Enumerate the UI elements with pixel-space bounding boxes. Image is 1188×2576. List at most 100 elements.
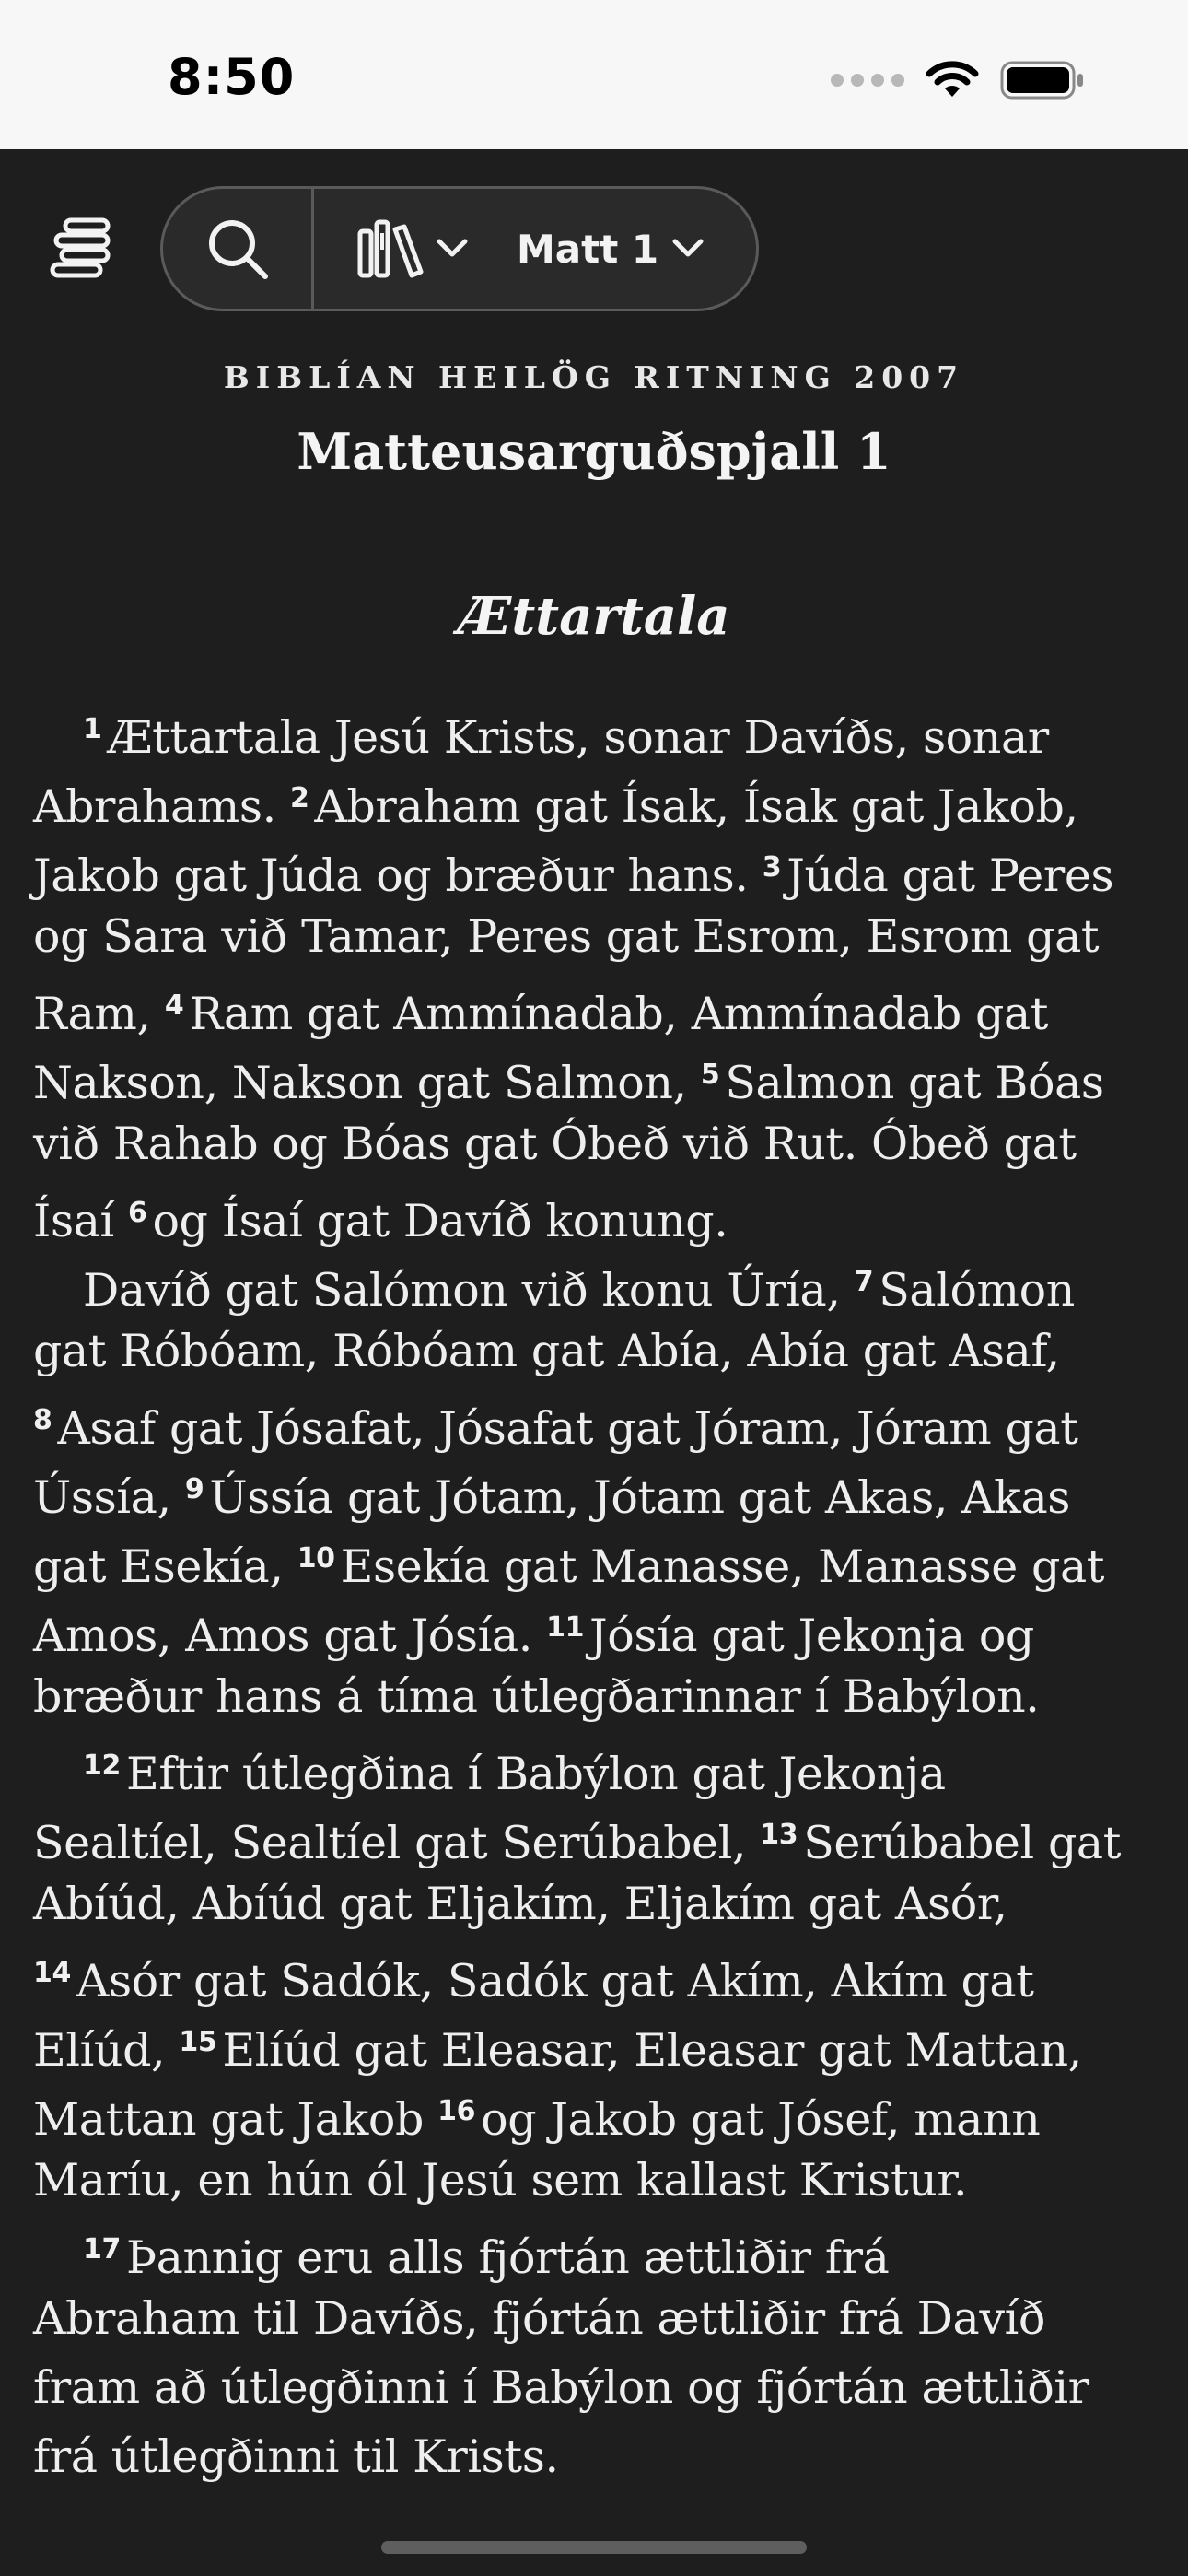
- text-line: og Sara við Tamar, Peres gat Esrom, Esro…: [33, 902, 1159, 971]
- text-line: Ússía, 9 Ússía gat Jótam, Jótam gat Akas,…: [33, 1455, 1159, 1524]
- verse-text: Sealtíel, Sealtíel gat Serúbabel,: [33, 1817, 761, 1869]
- verse-text: Salmon gat Bóas: [725, 1057, 1104, 1109]
- verse-number: 8: [33, 1404, 52, 1436]
- text-line: frá útlegðinni til Krists.: [33, 2422, 1159, 2491]
- text-line: Elíúd, 15 Elíúd gat Eleasar, Eleasar gat …: [33, 2008, 1159, 2077]
- text-line: 1 Ættartala Jesú Krists, sonar Davíðs, so…: [33, 695, 1159, 764]
- verse-text: og Jakob gat Jósef, mann: [481, 2093, 1041, 2146]
- verse-number: 9: [184, 1473, 204, 1505]
- text-line: við Rahab og Bóas gat Óbeð við Rut. Óbeð…: [33, 1109, 1159, 1178]
- text-line: Jakob gat Júda og bræður hans. 3 Júda gat…: [33, 833, 1159, 902]
- verse-text: Ram,: [33, 988, 165, 1040]
- verse-number: 15: [179, 2026, 217, 2058]
- verse-number: 1: [83, 713, 102, 745]
- verse-number: 14: [33, 1957, 71, 1989]
- verse-number: 16: [437, 2095, 476, 2127]
- chapter-title: Matteusarguðspjall 1: [297, 422, 891, 481]
- search-button[interactable]: [163, 189, 314, 309]
- section-heading: Ættartala: [458, 586, 730, 647]
- verse-text: Asór gat Sadók, Sadók gat Akím, Akím gat: [76, 1955, 1034, 2008]
- verse-text: Þannig eru alls fjórtán ættliðir frá: [125, 2231, 890, 2284]
- cellular-signal-icon: [831, 74, 904, 87]
- book-reference: Matt 1: [517, 226, 659, 272]
- text-line: Abíúd, Abíúd gat Eljakím, Eljakím gat As…: [33, 1869, 1159, 1938]
- verse-number: 11: [546, 1611, 585, 1644]
- verse-number: 5: [700, 1059, 720, 1091]
- text-line: Sealtíel, Sealtíel gat Serúbabel, 13 Serú…: [33, 1800, 1159, 1869]
- battery-icon: [1000, 61, 1083, 100]
- verse-text: og Sara við Tamar, Peres gat Esrom, Esro…: [33, 910, 1100, 963]
- verse-number: 4: [164, 989, 184, 1022]
- verse-text: Ússía gat Jótam, Jótam gat Akas, Akas: [209, 1471, 1071, 1524]
- menu-button[interactable]: [46, 210, 120, 284]
- home-indicator[interactable]: [381, 2541, 807, 2554]
- verse-number: 17: [83, 2233, 121, 2266]
- text-line: 17 Þannig eru alls fjórtán ættliðir frá: [33, 2215, 1159, 2284]
- menu-icon: [50, 217, 111, 278]
- verse-text: fram að útlegðinni í Babýlon og fjórtán …: [33, 2361, 1089, 2414]
- verse-text: Elíúd,: [33, 2024, 180, 2077]
- verse-text: Jakob gat Júda og bræður hans.: [33, 849, 763, 902]
- verse-text: Elíúd gat Eleasar, Eleasar gat Mattan,: [222, 2024, 1082, 2077]
- verse-text: við Rahab og Bóas gat Óbeð við Rut. Óbeð…: [33, 1118, 1077, 1170]
- verse-text: Salómon: [879, 1264, 1075, 1317]
- verse-text: Mattan gat Jakob: [33, 2093, 438, 2146]
- library-books-icon: [357, 219, 424, 278]
- text-line: gat Esekía, 10 Esekía gat Manasse, Manass…: [33, 1524, 1159, 1593]
- chevron-down-icon: [437, 239, 468, 257]
- verse-text: Asaf gat Jósafat, Jósafat gat Jóram, Jór…: [57, 1402, 1078, 1455]
- text-line: Abrahams. 2 Abraham gat Ísak, Ísak gat Ja…: [33, 764, 1159, 833]
- verse-text: Júda gat Peres: [786, 849, 1114, 902]
- verse-number: 3: [762, 851, 782, 884]
- text-line: Ísaí 6 og Ísaí gat Davíð konung.: [33, 1178, 1159, 1247]
- verse-text: gat Róbóam, Róbóam gat Abía, Abía gat As…: [33, 1325, 1060, 1377]
- verse-text: Esekía gat Manasse, Manasse gat: [340, 1540, 1105, 1593]
- verse-text: bræður hans á tíma útlegðarinnar í Babýl…: [33, 1670, 1040, 1723]
- text-line: Davíð gat Salómon við konu Úría, 7 Salómo…: [33, 1247, 1159, 1317]
- text-line: 14 Asór gat Sadók, Sadók gat Akím, Akím g…: [33, 1938, 1159, 2008]
- text-line: 12 Eftir útlegðina í Babýlon gat Jekonja: [33, 1731, 1159, 1800]
- verse-text: Davíð gat Salómon við konu Úría,: [83, 1264, 855, 1317]
- search-icon: [208, 220, 268, 279]
- verse-number: 13: [760, 1819, 798, 1851]
- text-line: bræður hans á tíma útlegðarinnar í Babýl…: [33, 1662, 1159, 1731]
- verse-text: Abrahams.: [33, 780, 290, 833]
- verse-text: Nakson, Nakson gat Salmon,: [33, 1057, 701, 1109]
- verse-text: Eftir útlegðina í Babýlon gat Jekonja: [125, 1748, 946, 1800]
- version-name: BIBLÍAN HEILÖG RITNING 2007: [223, 359, 965, 395]
- verse-number: 6: [127, 1197, 147, 1229]
- version-library-button[interactable]: [314, 189, 469, 309]
- text-line: fram að útlegðinni í Babýlon og fjórtán …: [33, 2353, 1159, 2422]
- verse-number: 7: [854, 1266, 874, 1298]
- verse-text: Amos, Amos gat Jósía.: [33, 1610, 547, 1662]
- verse-text: Ússía,: [33, 1471, 185, 1524]
- chevron-down-icon: [672, 239, 704, 257]
- navigation-toolbar: Matt 1: [160, 186, 759, 311]
- verse-text: Abraham gat Ísak, Ísak gat Jakob,: [314, 780, 1078, 833]
- verse-text: og Ísaí gat Davíð konung.: [152, 1195, 728, 1247]
- wifi-icon: [926, 61, 979, 97]
- verse-text: frá útlegðinni til Krists.: [33, 2430, 559, 2483]
- verse-text: Maríu, en hún ól Jesú sem kallast Kristu…: [33, 2154, 968, 2207]
- status-time: 8:50: [168, 48, 296, 106]
- text-line: Maríu, en hún ól Jesú sem kallast Kristu…: [33, 2146, 1159, 2215]
- status-icons: [831, 57, 1085, 103]
- verse-text: Serúbabel gat: [803, 1817, 1122, 1869]
- verse-number: 10: [297, 1542, 335, 1575]
- status-bar: 8:50: [0, 0, 1188, 149]
- verse-text: Jósía gat Jekonja og: [589, 1610, 1034, 1662]
- verse-text: gat Esekía,: [33, 1540, 297, 1593]
- text-line: Abraham til Davíðs, fjórtán ættliðir frá…: [33, 2284, 1159, 2353]
- text-line: 8 Asaf gat Jósafat, Jósafat gat Jóram, Jó…: [33, 1386, 1159, 1455]
- text-line: Amos, Amos gat Jósía. 11 Jósía gat Jekonj…: [33, 1593, 1159, 1662]
- verse-text: Abraham til Davíðs, fjórtán ættliðir frá…: [33, 2292, 1046, 2345]
- chapter-selector-button[interactable]: Matt 1: [469, 189, 705, 309]
- text-line: Ram, 4 Ram gat Ammínadab, Ammínadab gat: [33, 971, 1159, 1040]
- verse-number: 12: [83, 1750, 121, 1782]
- text-line: Nakson, Nakson gat Salmon, 5 Salmon gat B…: [33, 1040, 1159, 1109]
- text-line: gat Róbóam, Róbóam gat Abía, Abía gat As…: [33, 1317, 1159, 1386]
- verse-text: Abíúd, Abíúd gat Eljakím, Eljakím gat As…: [33, 1878, 1007, 1930]
- text-line: Mattan gat Jakob 16 og Jakob gat Jósef, m…: [33, 2077, 1159, 2146]
- verse-text: Ísaí: [33, 1195, 128, 1247]
- verse-text: Ættartala Jesú Krists, sonar Davíðs, son…: [107, 711, 1049, 764]
